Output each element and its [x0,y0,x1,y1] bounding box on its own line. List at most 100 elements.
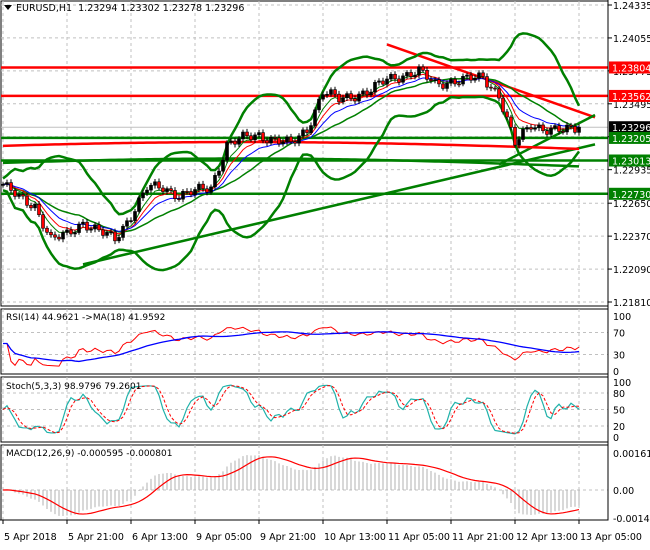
candle-body [13,190,17,197]
chart-header: EURUSD,H1 1.23294 1.23302 1.23278 1.2329… [4,3,244,14]
candle [225,140,229,164]
candle-body [437,79,441,85]
candle-body [45,227,49,233]
candle-body [365,90,369,96]
dropdown-triangle-icon[interactable] [4,5,12,10]
candle-body [245,131,249,137]
candle-body [137,197,141,212]
candle-body [489,86,493,89]
ohlc-high: 1.23302 [120,3,160,14]
candle-body [557,125,561,132]
stoch-axis-label: 20 [613,422,625,433]
price-tag-label: 1.23804 [612,63,650,74]
candle-body [293,141,297,144]
candle-body [221,159,225,172]
candle-body [341,97,345,103]
candle-body [57,236,61,240]
candle-body [65,229,69,233]
candle-body [1,184,5,186]
candle-body [301,129,305,137]
macd-axis-label: 0.00161 [613,449,650,460]
candle-body [561,131,565,133]
candle-body [289,136,293,142]
candle-body [273,137,277,139]
candle-body [41,214,45,229]
candle-body [441,83,445,89]
candle-body [577,126,581,133]
candle-body [321,94,325,100]
candle [313,107,317,129]
macd-label: MACD(12,26,9) -0.000595 -0.000801 [6,449,173,459]
candle-body [477,72,481,79]
candle-body [189,191,193,196]
candle-body [21,194,25,197]
candle-body [469,74,473,81]
price-axis-label: 1.22650 [613,199,650,210]
candle-body [497,88,501,99]
candle-body [53,234,57,238]
rsi-axis-label: 100 [613,312,631,323]
candle-body [549,127,553,135]
candle-body [433,79,437,81]
candle-body [381,80,385,85]
time-label: 13 Apr 05:00 [580,532,642,543]
candle-body [257,132,261,136]
candle-body [177,198,181,200]
candle-body [385,78,389,85]
price-tag-label: 1.22730 [612,190,650,201]
rsi-axis-label: 0 [613,367,619,378]
candle-body [313,109,317,126]
candle-body [297,135,301,144]
candle-body [369,91,373,96]
candle-body [545,130,549,135]
candle-body [125,220,129,227]
candle-body [229,140,233,143]
price-axis-label: 1.22090 [613,265,650,276]
trading-chart[interactable]: 5 Apr 2018 5 Apr 21:00 6 Apr 13:00 9 Apr 05… [0,0,650,550]
candle-body [553,125,557,129]
candle-body [249,135,253,141]
price-tag-label: 1.23205 [612,134,650,145]
price-axis-label: 1.24055 [613,34,650,45]
candle-body [329,89,333,95]
candle-body [241,131,245,140]
candle-body [93,224,97,230]
candle-body [405,72,409,77]
candle-body [337,93,341,103]
candle-body [157,181,161,189]
price-tag-label: 1.23013 [612,156,650,167]
candle-body [529,127,533,130]
candle-body [97,224,101,231]
macd-axis-label: 0.00 [613,486,634,497]
candle-body [49,231,53,236]
candle-body [285,136,289,143]
price-axis-label: 1.22370 [613,232,650,243]
candle-body [265,140,269,144]
candle-body [309,125,313,133]
candle [513,124,517,148]
candle-body [69,229,73,235]
candle-body [325,94,329,96]
candle-body [409,72,413,77]
time-label: 9 Apr 21:00 [260,532,316,543]
candle-body [465,74,469,77]
price-axis-label: 1.21810 [613,298,650,309]
candle-body [197,183,201,190]
candle-body [357,93,361,102]
candle-body [261,132,265,141]
candle-body [33,203,37,209]
candle-body [401,75,405,83]
candle-body [533,127,537,130]
candle-body [353,98,357,102]
price-axis-label: 1.24335 [613,1,650,12]
candle-body [101,229,105,236]
candle-body [193,189,197,196]
candle-body [145,189,149,194]
candle-body [361,90,365,95]
candle-body [333,89,337,95]
candle-body [165,188,169,192]
candle-body [217,170,221,176]
candle-body [233,140,237,145]
rsi-axis-label: 70 [613,329,625,340]
candle-body [153,181,157,186]
